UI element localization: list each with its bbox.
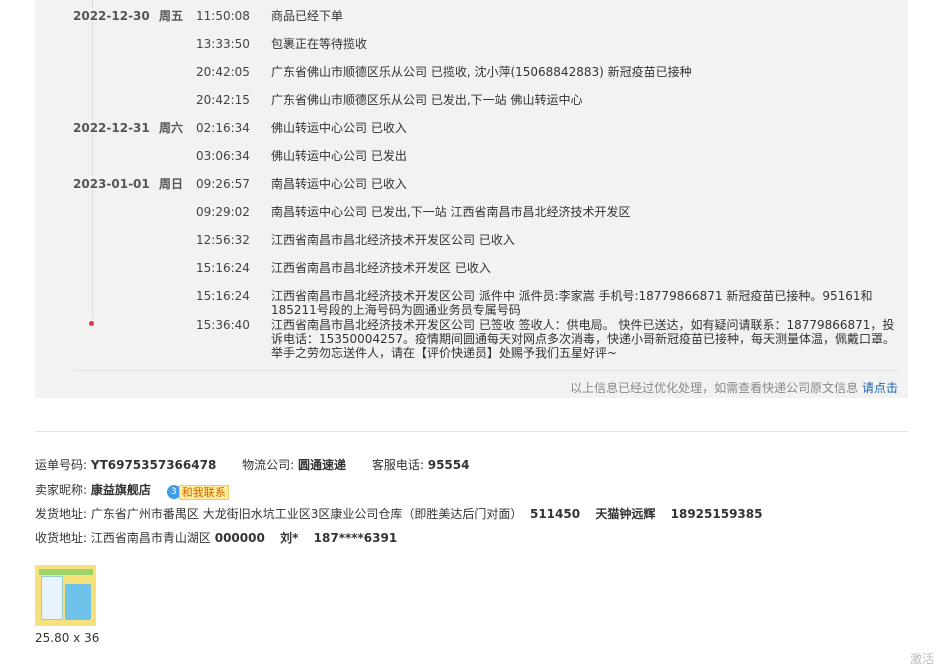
product-thumbnail[interactable]	[35, 565, 96, 626]
recv-label: 收货地址:	[35, 531, 88, 545]
carrier-label: 物流公司:	[242, 458, 295, 472]
tracking-time: 13:33:50	[196, 37, 250, 51]
tracking-time: 12:56:32	[196, 233, 250, 247]
tracking-time: 20:42:05	[196, 65, 250, 79]
product-image-item	[65, 584, 91, 620]
ship-address-line: 发货地址: 广东省广州市番禺区 大龙街旧水坑工业区3区康业公司仓库（即胜美达后门…	[35, 506, 762, 522]
original-info-note: 以上信息已经过优化处理，如需查看快递公司原文信息 请点击	[570, 379, 898, 396]
tracking-time: 02:16:34	[196, 121, 250, 135]
tracking-message: 江西省南昌市昌北经济技术开发区公司 已收入	[271, 233, 515, 247]
tracking-time: 15:16:24	[196, 289, 250, 303]
tracking-time: 11:50:08	[196, 9, 250, 23]
tracking-time: 15:16:24	[196, 261, 250, 275]
seller-info-line: 卖家昵称: 康益旗舰店 3 和我联系	[35, 482, 229, 500]
recv-phone: 187****6391	[313, 531, 398, 545]
tracking-date: 2022-12-30	[73, 9, 150, 23]
contact-me-label: 和我联系	[178, 484, 229, 500]
waybill-info-line: 运单号码: YT6975357366478 物流公司: 圆通速递 客服电话: 9…	[35, 457, 469, 473]
tracking-message: 南昌转运中心公司 已收入	[271, 177, 407, 191]
tracking-message: 南昌转运中心公司 已发出,下一站 江西省南昌市昌北经济技术开发区	[271, 205, 631, 219]
product-image-banner	[39, 569, 93, 575]
seller-name[interactable]: 康益旗舰店	[91, 483, 151, 497]
service-phone-label: 客服电话:	[371, 458, 424, 472]
tracking-date: 2023-01-01	[73, 177, 150, 191]
tracking-message: 江西省南昌市昌北经济技术开发区 已收入	[271, 261, 491, 275]
tracking-weekday: 周五	[159, 9, 184, 23]
ship-label: 发货地址:	[35, 507, 88, 521]
ship-name: 天猫钟远辉	[595, 507, 656, 521]
tracking-message: 江西省南昌市昌北经济技术开发区公司 派件中 派件员:李家嵩 手机号:187798…	[271, 289, 873, 317]
tracking-message: 江西省南昌市昌北经济技术开发区公司 已签收 签收人：供电局。 快件已送达，如有疑…	[271, 318, 895, 360]
carrier-name: 圆通速递	[298, 458, 347, 472]
tracking-time: 03:06:34	[196, 149, 250, 163]
tracking-date: 2022-12-31	[73, 121, 150, 135]
section-divider	[35, 431, 908, 432]
ship-address: 广东省广州市番禺区 大龙街旧水坑工业区3区康业公司仓库（即胜美达后门对面）	[90, 507, 523, 521]
tracking-weekday: 周日	[159, 177, 184, 191]
tracking-message: 广东省佛山市顺德区乐从公司 已发出,下一站 佛山转运中心	[271, 93, 583, 107]
timeline-line	[92, 0, 93, 318]
timeline-current-dot	[89, 321, 94, 326]
tracking-time: 15:36:40	[196, 318, 250, 332]
tracking-time: 09:26:57	[196, 177, 250, 191]
ship-zip: 511450	[529, 507, 581, 521]
view-original-link[interactable]: 请点击	[862, 381, 898, 395]
recv-name: 刘*	[280, 531, 299, 545]
note-text: 以上信息已经过优化处理，如需查看快递公司原文信息	[570, 381, 862, 395]
watermark: 激活	[910, 652, 935, 664]
tracking-message: 佛山转运中心公司 已发出	[271, 149, 407, 163]
tracking-time: 09:29:02	[196, 205, 250, 219]
tracking-time: 20:42:15	[196, 93, 250, 107]
tracking-message: 佛山转运中心公司 已收入	[271, 121, 407, 135]
tracking-message: 包裹正在等待揽收	[271, 37, 368, 51]
product-caption: 25.80 x 36	[35, 631, 100, 645]
recv-address: 江西省南昌市青山湖区	[90, 531, 211, 545]
tracking-message: 广东省佛山市顺德区乐从公司 已揽收, 沈小萍(15068842883) 新冠疫苗…	[271, 65, 692, 79]
panel-footer-divider	[73, 370, 898, 371]
tracking-panel: 2022-12-30 周五 11:50:08 商品已经下单 13:33:50 包…	[35, 0, 908, 398]
tracking-weekday: 周六	[159, 121, 184, 135]
recv-address-line: 收货地址: 江西省南昌市青山湖区 000000 刘* 187****6391	[35, 530, 397, 546]
recv-zip: 000000	[214, 531, 265, 545]
waybill-label: 运单号码:	[35, 458, 88, 472]
waybill-number: YT6975357366478	[90, 458, 217, 472]
seller-label: 卖家昵称:	[35, 483, 88, 497]
product-image-box	[41, 576, 63, 620]
contact-me-button[interactable]: 3 和我联系	[166, 484, 229, 500]
service-phone: 95554	[427, 458, 470, 472]
tracking-message: 商品已经下单	[271, 9, 344, 23]
ship-phone: 18925159385	[670, 507, 763, 521]
